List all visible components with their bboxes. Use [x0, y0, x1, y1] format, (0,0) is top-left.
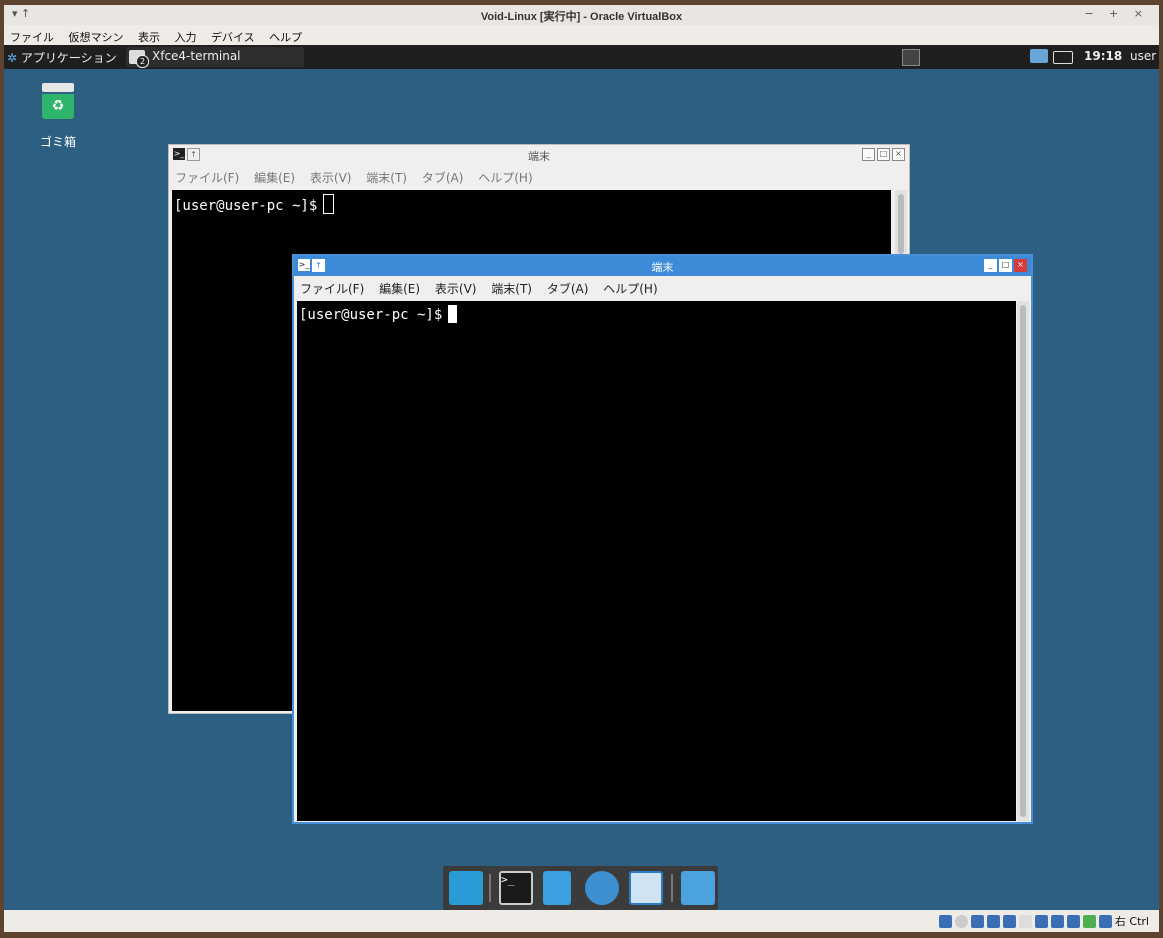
taskbar-button-label: Xfce4-terminal	[152, 49, 241, 63]
scrollbar[interactable]	[1017, 301, 1029, 821]
menu-view[interactable]: 表示(V)	[304, 166, 357, 186]
close-button[interactable]: ×	[1014, 259, 1027, 272]
network-adapter-icon[interactable]	[986, 914, 1000, 928]
menu-help[interactable]: ヘルプ(H)	[472, 166, 537, 186]
vbox-window-controls[interactable]: − + ×	[1084, 7, 1149, 20]
terminal-window-front[interactable]: >_ ↑ 端末 _ □ × ファイル(F) 編集(E) 表示(V) 端末(T) …	[292, 254, 1033, 824]
menu-file[interactable]: ファイル(F)	[169, 166, 244, 186]
vbox-menu-input[interactable]: 入力	[169, 25, 202, 45]
display-icon[interactable]	[1034, 914, 1048, 928]
menu-view[interactable]: 表示(V)	[429, 277, 482, 297]
host-key-label: 右 Ctrl	[1114, 915, 1149, 928]
keyboard-capture-icon[interactable]	[1098, 914, 1112, 928]
menu-edit[interactable]: 編集(E)	[248, 166, 300, 186]
terminal-menubar: ファイル(F) 編集(E) 表示(V) 端末(T) タブ(A) ヘルプ(H)	[169, 166, 909, 188]
vbox-menu-file[interactable]: ファイル	[4, 25, 59, 45]
close-button[interactable]: ×	[892, 148, 905, 161]
folder-icon[interactable]	[681, 871, 715, 905]
vt-x-icon[interactable]	[1066, 914, 1080, 928]
terminal-menubar: ファイル(F) 編集(E) 表示(V) 端末(T) タブ(A) ヘルプ(H)	[294, 277, 1031, 299]
show-desktop-icon[interactable]	[449, 871, 483, 905]
menu-tabs[interactable]: タブ(A)	[541, 277, 594, 297]
top-panel: ✲ アプリケーション 2 Xfce4-terminal 19:18 user	[4, 45, 1159, 69]
workspace-switcher[interactable]	[902, 49, 920, 66]
vbox-statusbar: 右 Ctrl	[4, 910, 1159, 932]
hard-disk-icon[interactable]	[938, 914, 952, 928]
clock[interactable]: 19:18	[1084, 49, 1122, 63]
maximize-button[interactable]: □	[877, 148, 890, 161]
shared-folders-icon[interactable]	[1018, 914, 1032, 928]
vbox-menu-machine[interactable]: 仮想マシン	[63, 25, 129, 45]
terminal-screen[interactable]: [user@user-pc ~]$	[297, 301, 1016, 821]
file-manager-icon[interactable]	[543, 871, 571, 905]
menu-edit[interactable]: 編集(E)	[373, 277, 425, 297]
menu-terminal[interactable]: 端末(T)	[485, 277, 537, 297]
menu-tabs[interactable]: タブ(A)	[416, 166, 469, 186]
xfce-logo-icon: ✲	[7, 51, 18, 65]
audio-icon[interactable]	[970, 914, 984, 928]
taskbar-button-terminal[interactable]: 2 Xfce4-terminal	[126, 47, 304, 68]
minimize-button[interactable]: _	[862, 148, 875, 161]
trash-icon: ♻	[42, 83, 74, 119]
dock-separator	[489, 874, 491, 902]
window-count-badge: 2	[136, 55, 149, 68]
mouse-integration-icon[interactable]	[1082, 914, 1096, 928]
text-cursor	[448, 305, 458, 323]
optical-drive-icon[interactable]	[954, 914, 968, 928]
terminal-title: 端末	[651, 261, 674, 274]
desktop-icon-trash[interactable]: ♻ ゴミ箱	[34, 83, 82, 150]
user-menu[interactable]: user	[1130, 49, 1156, 63]
text-cursor	[323, 194, 335, 214]
minimize-button[interactable]: _	[984, 259, 997, 272]
vbox-menu-view[interactable]: 表示	[132, 25, 165, 45]
dock: >_	[443, 866, 718, 910]
keyboard-icon[interactable]	[1053, 51, 1073, 64]
terminal-icon[interactable]: >_	[499, 871, 533, 905]
applications-menu[interactable]: ✲ アプリケーション	[7, 49, 117, 66]
terminal-titlebar[interactable]: >_ ↑ 端末 _ □ ×	[169, 145, 909, 165]
vbox-window: ▾ ↑ Void-Linux [実行中] - Oracle VirtualBox…	[0, 0, 1163, 938]
guest-desktop[interactable]: ✲ アプリケーション 2 Xfce4-terminal 19:18 user ♻…	[4, 45, 1159, 910]
network-icon[interactable]	[1030, 49, 1048, 63]
recording-icon[interactable]	[1050, 914, 1064, 928]
vbox-titlebar: ▾ ↑ Void-Linux [実行中] - Oracle VirtualBox…	[4, 5, 1159, 25]
terminal-prompt: [user@user-pc ~]$	[299, 307, 443, 323]
applications-menu-label: アプリケーション	[20, 51, 117, 65]
web-browser-icon[interactable]	[585, 871, 619, 905]
terminal-title: 端末	[528, 150, 550, 163]
trash-label: ゴミ箱	[39, 135, 76, 149]
vbox-window-title: Void-Linux [実行中] - Oracle VirtualBox	[480, 11, 683, 23]
maximize-button[interactable]: □	[999, 259, 1012, 272]
menu-file[interactable]: ファイル(F)	[294, 277, 369, 297]
vbox-menu-devices[interactable]: デバイス	[205, 25, 260, 45]
terminal-titlebar[interactable]: >_ ↑ 端末 _ □ ×	[294, 256, 1031, 276]
terminal-prompt: [user@user-pc ~]$	[174, 198, 318, 214]
vbox-menu-help[interactable]: ヘルプ	[263, 25, 307, 45]
menu-help[interactable]: ヘルプ(H)	[597, 277, 662, 297]
vbox-menubar: ファイル 仮想マシン 表示 入力 デバイス ヘルプ	[4, 25, 1159, 45]
menu-terminal[interactable]: 端末(T)	[360, 166, 412, 186]
app-finder-icon[interactable]	[629, 871, 663, 905]
dock-separator	[671, 874, 673, 902]
usb-icon[interactable]	[1002, 914, 1016, 928]
